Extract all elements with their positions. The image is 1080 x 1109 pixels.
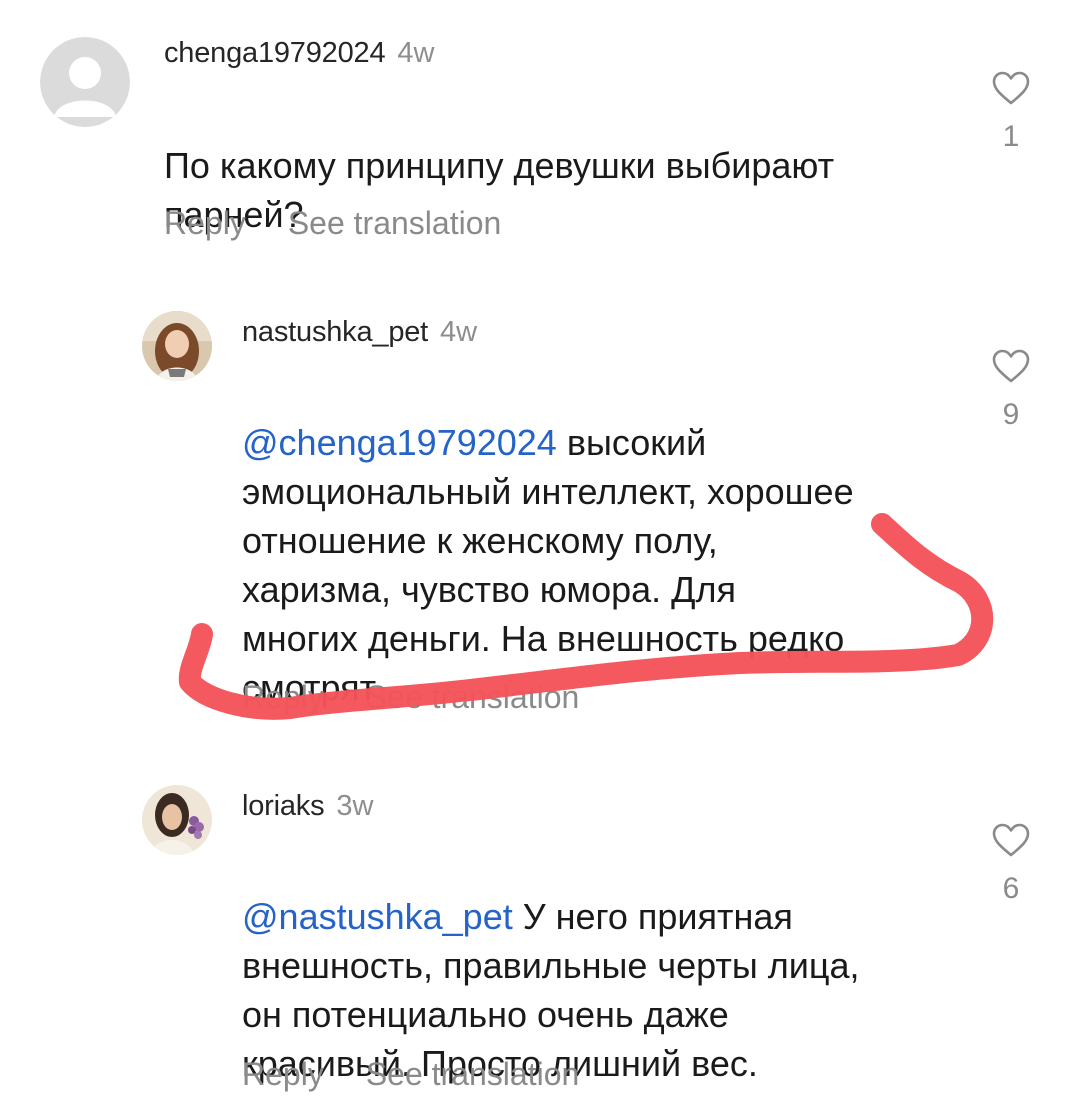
like-button[interactable]: 6 bbox=[988, 822, 1034, 906]
mention-link[interactable]: @chenga19792024 bbox=[242, 422, 557, 463]
default-avatar-icon bbox=[40, 37, 130, 127]
reply-button[interactable]: Reply bbox=[242, 1055, 324, 1093]
comment-actions: Reply See translation bbox=[164, 204, 501, 242]
reply-button[interactable]: Reply bbox=[164, 204, 246, 242]
avatar[interactable] bbox=[40, 37, 130, 127]
avatar[interactable] bbox=[142, 311, 212, 381]
comment-meta: chenga19792024 4w bbox=[164, 36, 434, 70]
reply-button[interactable]: Reply bbox=[242, 678, 324, 716]
username[interactable]: chenga19792024 bbox=[164, 37, 386, 69]
like-count: 9 bbox=[1002, 398, 1020, 431]
see-translation-button[interactable]: See translation bbox=[366, 678, 579, 716]
timestamp: 4w bbox=[440, 316, 478, 348]
username[interactable]: nastushka_pet bbox=[242, 316, 428, 348]
user-photo-avatar bbox=[142, 785, 212, 855]
see-translation-button[interactable]: See translation bbox=[288, 204, 501, 242]
timestamp: 3w bbox=[336, 790, 374, 822]
comment-meta: loriaks 3w bbox=[242, 789, 373, 823]
comment-meta: nastushka_pet 4w bbox=[242, 315, 477, 349]
comment-text: @nastushka_pet У него приятная внешность… bbox=[242, 843, 962, 1088]
mention-link[interactable]: @nastushka_pet bbox=[242, 896, 513, 937]
like-count: 6 bbox=[1002, 872, 1020, 905]
like-button[interactable]: 1 bbox=[988, 70, 1034, 154]
avatar[interactable] bbox=[142, 785, 212, 855]
comment-actions: Reply See translation bbox=[242, 678, 579, 716]
user-photo-avatar bbox=[142, 311, 212, 381]
username[interactable]: loriaks bbox=[242, 790, 325, 822]
heart-outline-icon bbox=[992, 823, 1030, 857]
comment-actions: Reply See translation bbox=[242, 1055, 579, 1093]
see-translation-button[interactable]: See translation bbox=[366, 1055, 579, 1093]
like-count: 1 bbox=[1002, 120, 1020, 153]
heart-outline-icon bbox=[992, 71, 1030, 105]
heart-outline-icon bbox=[992, 349, 1030, 383]
comment-body: высокий эмоциональный интеллект, хорошее… bbox=[242, 422, 854, 708]
timestamp: 4w bbox=[397, 37, 435, 69]
like-button[interactable]: 9 bbox=[988, 348, 1034, 432]
comment-text: @chenga19792024 высокий эмоциональный ин… bbox=[242, 369, 962, 712]
